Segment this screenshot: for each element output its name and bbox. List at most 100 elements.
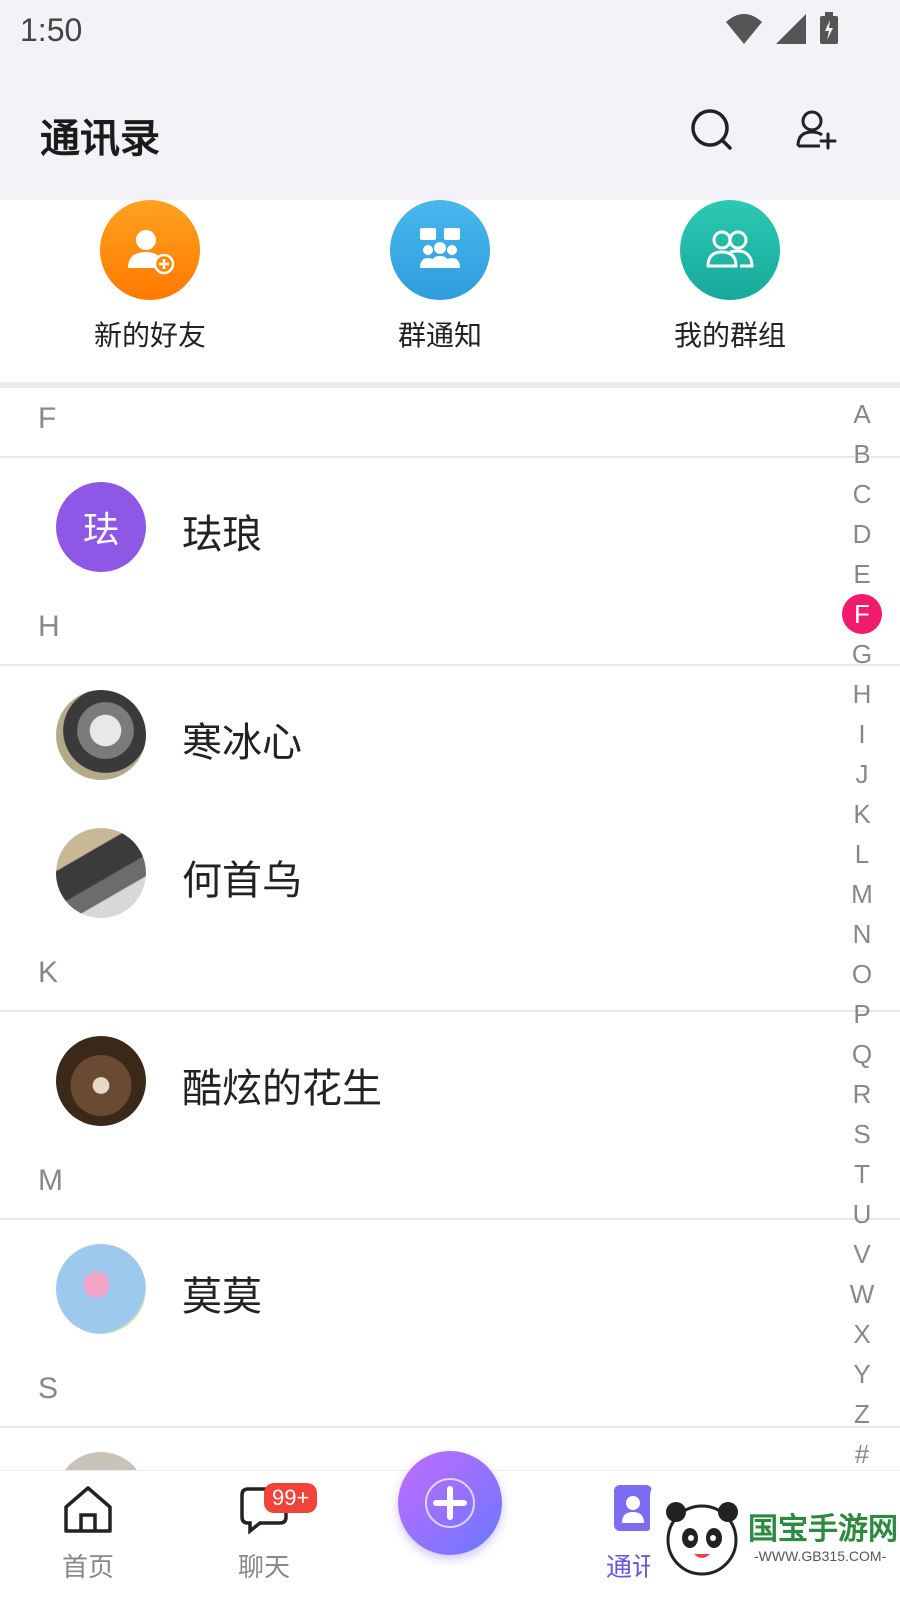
alphabet-index-letter[interactable]: Y [840, 1354, 884, 1394]
contact-name: 何首乌 [182, 858, 302, 904]
avatar [56, 1036, 146, 1126]
alphabet-index-letter-text: Q [851, 1039, 873, 1069]
alphabet-index-letter-text: O [851, 959, 873, 989]
alphabet-index-letter[interactable]: M [840, 874, 884, 914]
watermark-url: -WWW.GB315.COM- [754, 1548, 887, 1564]
publish-button[interactable] [398, 1451, 502, 1555]
alphabet-index-letter[interactable]: B [840, 434, 884, 474]
alphabet-index-letter[interactable]: V [840, 1234, 884, 1274]
alphabet-index-letter[interactable]: K [840, 794, 884, 834]
alphabet-index-letter[interactable]: J [840, 754, 884, 794]
section-header: M [0, 1150, 900, 1220]
alphabet-index-letter-text: A [853, 399, 871, 429]
wifi-icon [726, 14, 762, 44]
alphabet-index-letter-text: J [855, 759, 869, 789]
alphabet-index-letter-text: E [853, 559, 871, 589]
alphabet-index-letter-text: D [852, 519, 872, 549]
avatar [56, 828, 146, 918]
alphabet-index-letter[interactable]: E [840, 554, 884, 594]
alphabet-index-letter-text: V [853, 1239, 871, 1269]
alphabet-index-letter-text: L [854, 839, 870, 869]
contact-item[interactable]: 莫莫 [0, 1220, 900, 1358]
avatar-initial: 珐 [82, 510, 119, 551]
status-icons [724, 12, 840, 46]
alphabet-index-letter-text: U [852, 1199, 872, 1229]
alphabet-index-letter[interactable]: I [840, 714, 884, 754]
my-groups-icon [680, 200, 780, 300]
alphabet-index-letter-text: C [852, 479, 872, 509]
alphabet-index-letter-text: I [858, 719, 866, 749]
avatar [56, 1452, 146, 1470]
add-friend-button[interactable] [788, 102, 844, 158]
alphabet-index-letter[interactable]: N [840, 914, 884, 954]
alphabet-index-letter[interactable]: S [840, 1114, 884, 1154]
alphabet-index-letter-text: # [854, 1439, 870, 1469]
contact-item[interactable]: 酷炫的花生 [0, 1012, 900, 1150]
section-letter: K [38, 956, 59, 989]
alphabet-index-letter[interactable]: O [840, 954, 884, 994]
alphabet-index-letter-text: W [849, 1279, 875, 1309]
alphabet-index-letter[interactable]: # [840, 1434, 884, 1474]
contact-name: 寒冰心 [182, 720, 302, 766]
avatar [56, 690, 146, 780]
alphabet-index-letter-text: K [853, 799, 871, 829]
alphabet-index-letter[interactable]: Q [840, 1034, 884, 1074]
alphabet-index-letter[interactable]: P [840, 994, 884, 1034]
alphabet-index-letter[interactable]: G [840, 634, 884, 674]
section-letter: F [38, 402, 57, 435]
alphabet-index-letter-text: Z [854, 1399, 870, 1429]
avatar [56, 1244, 146, 1334]
contact-item[interactable]: 寒冰心 [0, 666, 900, 804]
section-header: H [0, 596, 900, 666]
section-letter: S [38, 1372, 59, 1405]
search-icon [691, 109, 732, 150]
alphabet-index-letter[interactable]: Z [840, 1394, 884, 1434]
contact-name: 莫莫 [182, 1274, 262, 1320]
alphabet-index-letter[interactable]: R [840, 1074, 884, 1114]
page-title: 通讯录 [40, 116, 160, 162]
contact-item[interactable]: 何首乌 [0, 804, 900, 942]
shortcut-label: 我的群组 [673, 319, 786, 352]
shortcut-label: 群通知 [397, 319, 482, 352]
alphabet-index-letter[interactable]: W [840, 1274, 884, 1314]
alphabet-index-letter[interactable]: H [840, 674, 884, 714]
shortcut-label: 新的好友 [93, 319, 206, 352]
alphabet-index-letter-text: S [853, 1119, 871, 1149]
tab-home[interactable]: 首页 [28, 1483, 148, 1584]
alphabet-index[interactable]: A B C D E F G H I J K L M N O P Q R S T U V W X Y Z # [840, 394, 884, 1474]
alphabet-index-letter[interactable]: F [840, 594, 884, 634]
contact-list[interactable]: F 珐 珐琅 H 寒冰心 何首乌 K 酷炫的花生 M 莫莫 S [0, 388, 900, 1470]
tab-chat[interactable]: 99+ 聊天 [204, 1483, 324, 1584]
contact-item[interactable]: 珐 珐琅 [0, 458, 900, 596]
section-header: S [0, 1358, 900, 1428]
panda-logo-icon [666, 1502, 738, 1576]
alphabet-index-letter-text: M [851, 879, 873, 909]
search-button[interactable] [684, 102, 740, 158]
section-letter: M [38, 1164, 63, 1197]
alphabet-index-letter-text: T [854, 1159, 870, 1189]
avatar: 珐 [56, 482, 146, 572]
alphabet-index-letter-text: P [853, 999, 871, 1029]
add-user-icon [796, 110, 837, 150]
section-letter: H [38, 610, 60, 643]
alphabet-index-letter[interactable]: L [840, 834, 884, 874]
alphabet-index-letter[interactable]: D [840, 514, 884, 554]
alphabet-index-letter-text: R [852, 1079, 872, 1109]
section-header: F [0, 388, 900, 458]
group-notice-shortcut[interactable]: 群通知 [340, 200, 540, 354]
new-friends-shortcut[interactable]: 新的好友 [50, 200, 250, 354]
alphabet-index-letter[interactable]: U [840, 1194, 884, 1234]
status-time: 1:50 [20, 12, 83, 48]
contact-name: 珐琅 [182, 512, 262, 558]
my-groups-shortcut[interactable]: 我的群组 [630, 200, 830, 354]
alphabet-index-letter[interactable]: T [840, 1154, 884, 1194]
alphabet-index-letter[interactable]: C [840, 474, 884, 514]
signal-icon [776, 14, 806, 44]
shortcut-row: 新的好友 群通知 我的群组 [0, 200, 900, 382]
alphabet-index-letter-text: Y [853, 1359, 871, 1389]
alphabet-index-letter-text: X [853, 1319, 871, 1349]
alphabet-index-letter[interactable]: X [840, 1314, 884, 1354]
group-notice-icon [390, 200, 490, 300]
tab-label: 聊天 [237, 1553, 290, 1583]
alphabet-index-letter[interactable]: A [840, 394, 884, 434]
